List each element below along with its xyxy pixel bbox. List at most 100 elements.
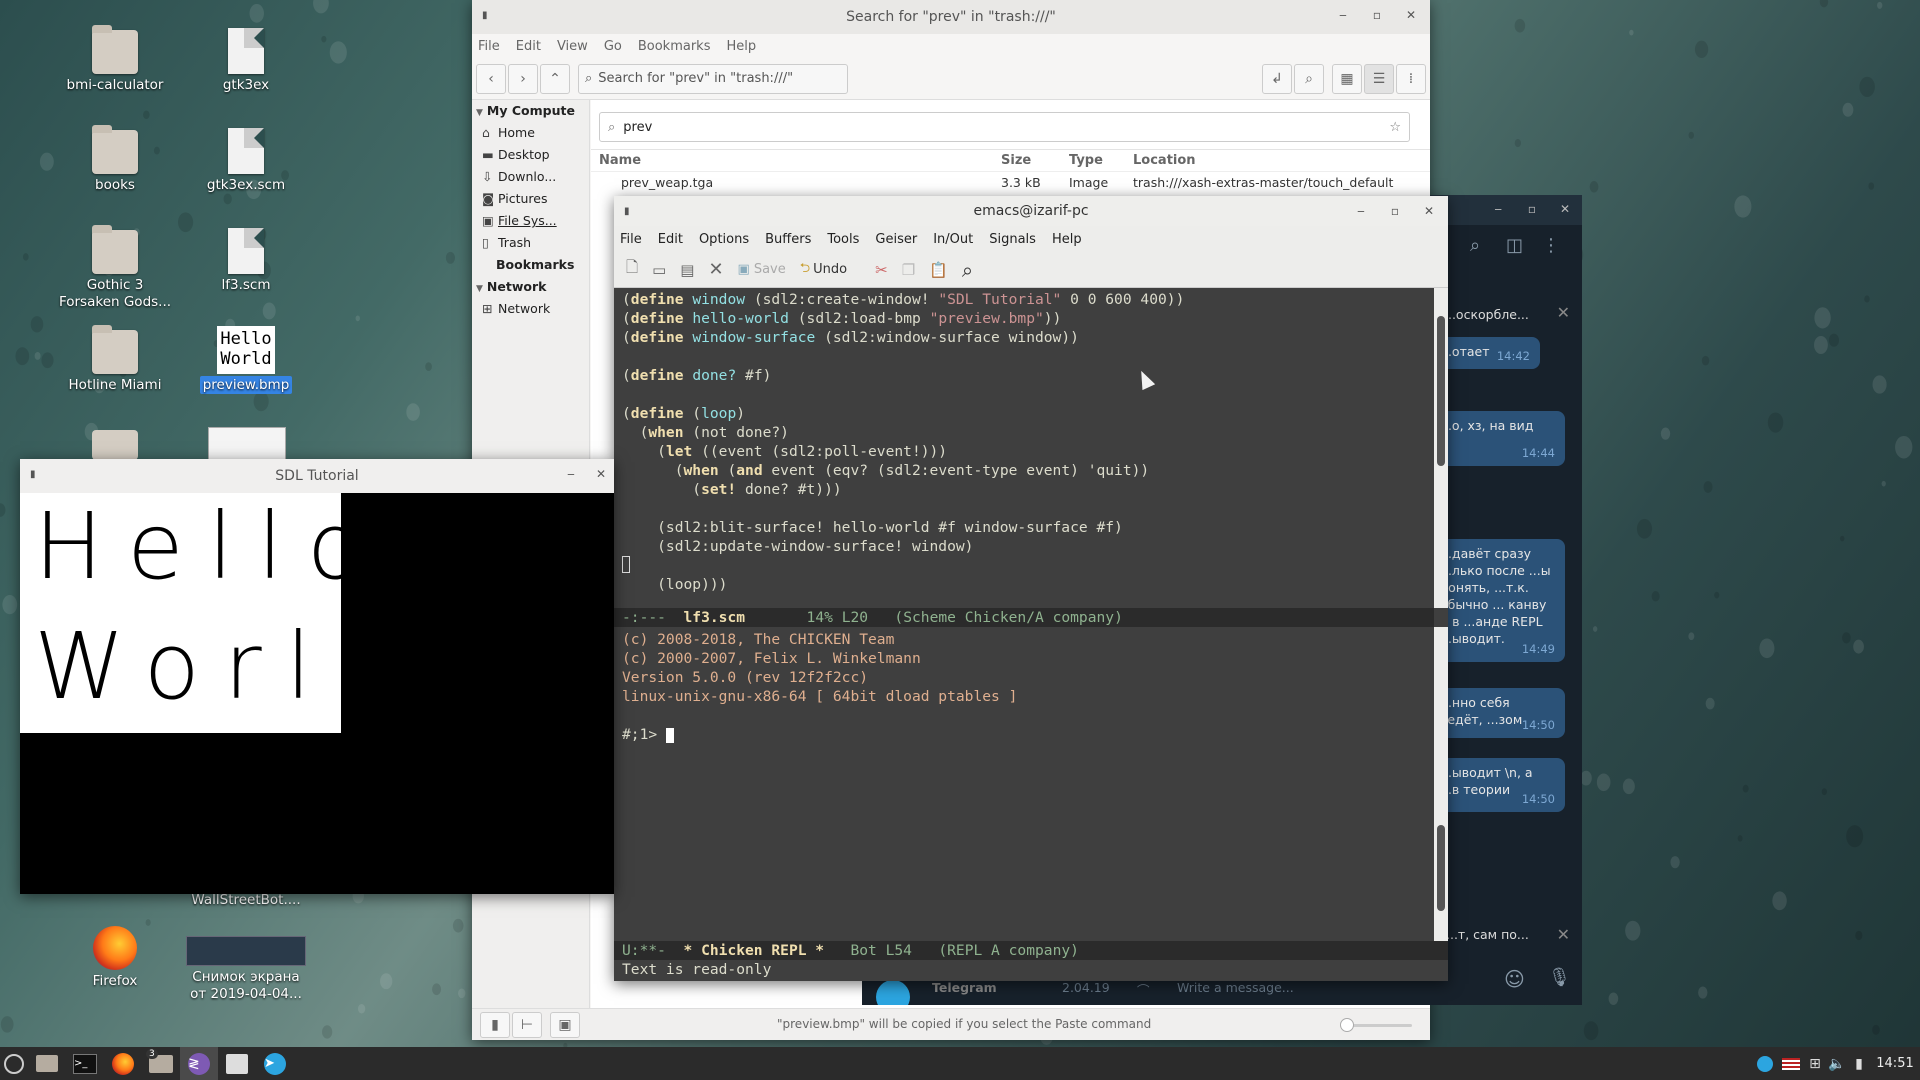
- close-icon[interactable]: ✕: [1420, 204, 1438, 218]
- file-manager-titlebar[interactable]: ▮ Search for "prev" in "trash:///" ‒ ▫ ✕: [472, 0, 1430, 34]
- minimize-icon[interactable]: ‒: [1494, 202, 1502, 216]
- sidebar-toggle-icon[interactable]: ◫: [1506, 235, 1523, 256]
- icon-view-button[interactable]: ▦: [1332, 63, 1362, 94]
- desktop-icon-screenshot[interactable]: Снимок экрана от 2019-04-04...: [186, 936, 306, 1003]
- app-menu-icon[interactable]: [0, 1047, 28, 1080]
- sidebar-item-home[interactable]: ⌂ Home: [472, 122, 589, 144]
- maximize-icon[interactable]: ▫: [1528, 202, 1536, 216]
- message-bubble[interactable]: ...ыводит \n, а ...в теории 14:50: [1430, 758, 1565, 812]
- scrollbar-thumb[interactable]: [1437, 316, 1445, 466]
- save-button[interactable]: ▣ Save: [738, 262, 786, 277]
- column-size[interactable]: Size: [1001, 153, 1069, 168]
- scrollbar-bottom[interactable]: [1434, 627, 1448, 941]
- more-icon[interactable]: ⋮: [1542, 235, 1560, 256]
- menu-tools[interactable]: Tools: [827, 232, 859, 247]
- telegram-titlebar[interactable]: ‒ ▫ ✕: [1430, 195, 1582, 225]
- window-menu-icon[interactable]: ▮: [482, 10, 488, 21]
- close-icon[interactable]: ✕: [1560, 202, 1570, 216]
- telegram-icon[interactable]: ➤: [256, 1047, 294, 1080]
- network-icon[interactable]: ⊞: [1804, 1047, 1826, 1080]
- cut-icon[interactable]: ✂: [875, 261, 888, 279]
- compact-view-button[interactable]: ⁞: [1396, 63, 1426, 94]
- sdl-titlebar[interactable]: ▮ SDL Tutorial ‒ ✕: [20, 459, 614, 493]
- power-icon[interactable]: ▮: [1848, 1047, 1870, 1080]
- dired-icon[interactable]: ▤: [680, 261, 694, 279]
- search-icon[interactable]: ⌕: [1470, 235, 1480, 256]
- menu-signals[interactable]: Signals: [989, 232, 1036, 247]
- close-icon[interactable]: ✕: [1557, 925, 1570, 944]
- clock[interactable]: 14:51: [1870, 1056, 1920, 1071]
- menu-edit[interactable]: Edit: [516, 39, 541, 54]
- attach-icon[interactable]: ⌒: [1137, 980, 1150, 999]
- forward-button[interactable]: ›: [508, 63, 538, 94]
- sidebar-item-network[interactable]: ⊞ Network: [472, 298, 589, 320]
- preview-pane-button[interactable]: ▣: [550, 1012, 580, 1038]
- back-button[interactable]: ‹: [476, 63, 506, 94]
- window-menu-icon[interactable]: ▮: [624, 206, 630, 217]
- undo-button[interactable]: ⮌ Undo: [800, 259, 847, 281]
- menu-file[interactable]: File: [620, 232, 642, 247]
- reply-bar[interactable]: ...т, сам по... ✕: [1430, 915, 1582, 957]
- maximize-icon[interactable]: ▫: [1386, 204, 1404, 218]
- close-icon[interactable]: ✕: [1557, 303, 1570, 322]
- telegram-tray-icon[interactable]: [1752, 1047, 1778, 1080]
- menu-help[interactable]: Help: [726, 39, 756, 54]
- firefox-icon[interactable]: [104, 1047, 142, 1080]
- paste-icon[interactable]: 📋: [929, 261, 948, 279]
- sdl-app-icon[interactable]: [218, 1047, 256, 1080]
- maximize-icon[interactable]: ▫: [1368, 8, 1386, 22]
- star-icon[interactable]: ☆: [1389, 120, 1401, 135]
- volume-icon[interactable]: 🔈: [1826, 1047, 1848, 1080]
- sidebar-item-filesystem[interactable]: ▣ File Sys...: [472, 210, 589, 232]
- desktop-icon-hotline-miami[interactable]: Hotline Miami: [55, 325, 175, 394]
- desktop-icon-books[interactable]: books: [55, 125, 175, 194]
- menu-geiser[interactable]: Geiser: [875, 232, 917, 247]
- menu-view[interactable]: View: [557, 39, 588, 54]
- message-bubble[interactable]: ...нно себя ведёт, ...зом 14:50: [1430, 688, 1565, 738]
- telegram-chat-preview[interactable]: Telegram 2.04.19 ⌒ Write a message...: [862, 980, 1430, 1005]
- minimize-icon[interactable]: ‒: [562, 467, 580, 481]
- parent-folder-button[interactable]: ⌃: [540, 63, 570, 94]
- copy-icon[interactable]: ❐: [902, 261, 915, 279]
- sidebar-header-bookmarks[interactable]: Bookmarks: [472, 254, 589, 276]
- scrollbar-top[interactable]: [1434, 288, 1448, 608]
- close-icon[interactable]: ✕: [1402, 8, 1420, 22]
- desktop-icon-gtk3ex-scm[interactable]: gtk3ex.scm: [186, 128, 306, 194]
- repl-buffer[interactable]: (c) 2008-2018, The CHICKEN Team (c) 2000…: [614, 627, 1434, 941]
- file-manager-icon[interactable]: [28, 1047, 66, 1080]
- minimize-icon[interactable]: ‒: [1352, 204, 1370, 218]
- minimize-icon[interactable]: ‒: [1334, 8, 1352, 22]
- search-button[interactable]: ⌕: [1294, 63, 1324, 94]
- new-file-icon[interactable]: 🗋: [626, 257, 638, 282]
- menu-go[interactable]: Go: [604, 39, 622, 54]
- emacs-icon[interactable]: ≷: [180, 1047, 218, 1080]
- sidebar-item-downloads[interactable]: ⇩ Downlo...: [472, 166, 589, 188]
- menu-bookmarks[interactable]: Bookmarks: [638, 39, 711, 54]
- keyboard-layout-flag-icon[interactable]: [1778, 1047, 1804, 1080]
- menu-edit[interactable]: Edit: [658, 232, 683, 247]
- desktop-icon-firefox[interactable]: Firefox: [55, 926, 175, 990]
- message-input[interactable]: Write a message...: [1177, 980, 1294, 995]
- sidebar-header-network[interactable]: ▼ Network: [472, 276, 589, 298]
- desktop-icon-preview-bmp[interactable]: Hello World preview.bmp: [186, 326, 306, 394]
- emacs-titlebar[interactable]: ▮ emacs@izarif-pc ‒ ▫ ✕: [614, 196, 1448, 226]
- column-name[interactable]: Name: [591, 153, 1001, 168]
- sidebar-item-pictures[interactable]: ◙ Pictures: [472, 188, 589, 210]
- menu-buffers[interactable]: Buffers: [765, 232, 811, 247]
- menu-file[interactable]: File: [478, 39, 500, 54]
- menu-inout[interactable]: In/Out: [933, 232, 973, 247]
- microphone-icon[interactable]: 🎙: [1548, 967, 1571, 988]
- emoji-icon[interactable]: ☺: [1504, 967, 1525, 991]
- treeview-button[interactable]: ⊢: [512, 1012, 542, 1038]
- open-folder-icon[interactable]: ▭: [652, 261, 666, 279]
- column-type[interactable]: Type: [1069, 153, 1133, 168]
- desktop-icon-gtk3ex[interactable]: gtk3ex: [186, 28, 306, 94]
- column-location[interactable]: Location: [1133, 153, 1196, 168]
- zoom-slider-handle[interactable]: [1340, 1018, 1354, 1032]
- terminal-icon[interactable]: >_: [66, 1047, 104, 1080]
- code-buffer[interactable]: (define window (sdl2:create-window! "SDL…: [614, 288, 1434, 608]
- message-bubble[interactable]: ...давёт сразу ...лько после ...ы понять…: [1430, 539, 1565, 662]
- desktop-icon-gothic3[interactable]: Gothic 3 Forsaken Gods...: [55, 225, 175, 311]
- toggle-sidebar-button[interactable]: ▮: [480, 1012, 510, 1038]
- menu-options[interactable]: Options: [699, 232, 749, 247]
